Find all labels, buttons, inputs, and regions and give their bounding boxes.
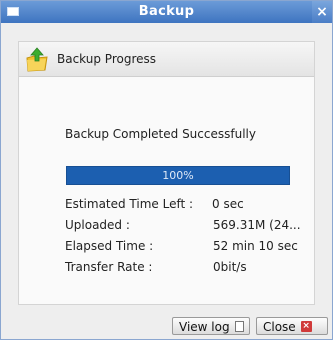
estimated-time-label: Estimated Time Left : (65, 197, 194, 211)
progress-bar: 100% (66, 166, 290, 185)
panel-header-title: Backup Progress (57, 52, 157, 66)
estimated-time-value: 0 sec (212, 197, 244, 211)
close-label: Close (263, 320, 296, 334)
uploaded-label: Uploaded : (65, 218, 130, 232)
window-title: Backup (138, 4, 195, 19)
view-log-button[interactable]: View log (172, 317, 250, 335)
elapsed-time-label: Elapsed Time : (65, 239, 154, 253)
window-close-button[interactable]: × (312, 1, 332, 23)
close-button[interactable]: Close × (256, 317, 328, 335)
view-log-label: View log (179, 320, 230, 334)
uploaded-value: 569.31M (24... (213, 218, 301, 232)
backup-window: Backup × Backup Progress Backup Complete… (0, 0, 333, 340)
document-icon (234, 321, 244, 332)
elapsed-time-value: 52 min 10 sec (213, 239, 298, 253)
title-bar[interactable]: Backup × (1, 1, 332, 23)
transfer-rate-label: Transfer Rate : (65, 260, 153, 274)
status-message: Backup Completed Successfully (65, 127, 256, 141)
backup-folder-icon (25, 46, 49, 72)
backup-progress-panel: Backup Progress Backup Completed Success… (18, 41, 315, 305)
progress-label: 100% (162, 169, 194, 182)
panel-header: Backup Progress (19, 42, 314, 77)
close-icon: × (300, 321, 312, 332)
transfer-rate-value: 0bit/s (213, 260, 247, 274)
